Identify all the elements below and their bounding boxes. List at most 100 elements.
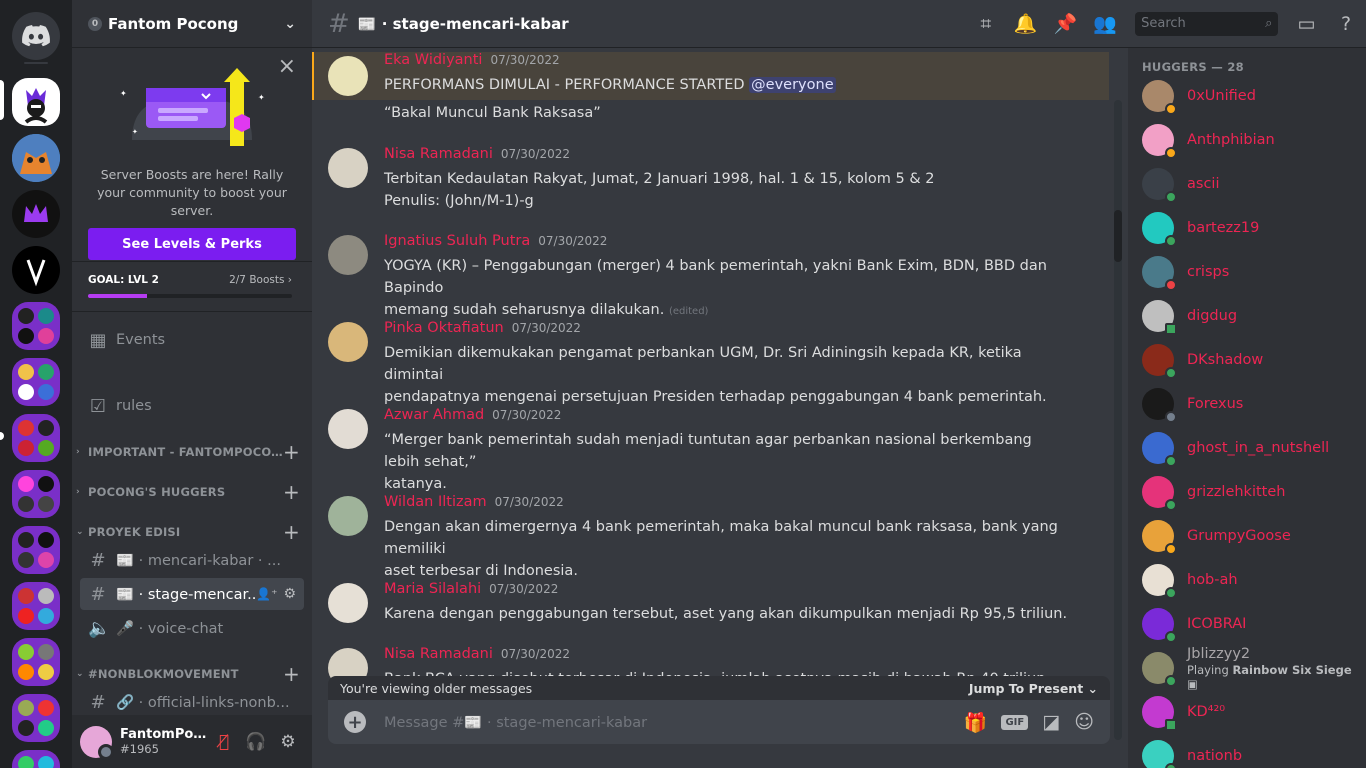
sticker-icon[interactable]: ◪ xyxy=(1042,711,1060,733)
member-item[interactable]: ascii xyxy=(1136,162,1358,206)
channel-voice-chat[interactable]: 🔈 🎤 · voice-chat xyxy=(80,612,304,644)
avatar[interactable] xyxy=(328,148,368,188)
member-item[interactable]: ghost_in_a_nutshell xyxy=(1136,426,1358,470)
member-item[interactable]: DKshadow xyxy=(1136,338,1358,382)
category-proyek-edisi[interactable]: ⌄ PROYEK EDISI + xyxy=(76,520,300,544)
message-author[interactable]: Nisa Ramadani xyxy=(384,146,493,162)
scrollbar-thumb[interactable] xyxy=(1114,210,1122,262)
add-attachment-icon[interactable]: + xyxy=(344,711,366,733)
message[interactable]: Maria Silalahi 07/30/2022 Karena dengan p… xyxy=(312,581,1109,625)
close-icon[interactable]: × xyxy=(278,56,296,78)
category-important[interactable]: › IMPORTANT - FANTOMPOCO... + xyxy=(76,440,300,464)
mute-microphone-icon[interactable]: 🎙̸ xyxy=(208,726,240,758)
folder-server-icon xyxy=(38,552,54,568)
chevron-down-icon: ⌄ xyxy=(284,15,296,32)
server-folder-8[interactable] xyxy=(12,694,60,742)
message-continuation[interactable]: “Bakal Muncul Bank Raksasa” xyxy=(312,102,1109,124)
notification-bell-icon[interactable]: 🔔 xyxy=(1006,12,1046,35)
message-author[interactable]: Azwar Ahmad xyxy=(384,407,484,423)
message-author[interactable]: Nisa Ramadani xyxy=(384,646,493,662)
channel-mencari-kabar[interactable]: # 📰 · mencari-kabar · ... xyxy=(80,544,304,576)
message-input[interactable]: Message #📰 · stage-mencari-kabar xyxy=(384,714,950,731)
add-channel-icon[interactable]: + xyxy=(283,480,300,504)
member-item[interactable]: Jblizzyy2 Playing Rainbow Six Siege ▣ xyxy=(1136,646,1358,691)
avatar[interactable] xyxy=(328,496,368,536)
everyone-mention[interactable]: @everyone xyxy=(749,77,836,93)
avatar[interactable] xyxy=(328,235,368,275)
add-channel-icon[interactable]: + xyxy=(283,520,300,544)
channel-official-links[interactable]: # 🔗 · official-links-nonb... xyxy=(80,686,304,718)
member-item[interactable]: digdug xyxy=(1136,294,1358,338)
member-item[interactable]: hob-ah xyxy=(1136,558,1358,602)
add-channel-icon[interactable]: + xyxy=(283,440,300,464)
member-item[interactable]: grizzlehkitteh xyxy=(1136,470,1358,514)
message[interactable]: Ignatius Suluh Putra 07/30/2022 YOGYA (KR… xyxy=(312,233,1109,323)
channel-stage-mencari-kabar[interactable]: # 📰 · stage-mencar... 👤⁺ ⚙ xyxy=(80,578,304,610)
member-item[interactable]: crisps xyxy=(1136,250,1358,294)
user-settings-gear-icon[interactable]: ⚙ xyxy=(272,726,304,758)
server-icon-2[interactable] xyxy=(12,134,60,182)
pin-icon[interactable]: 📌 xyxy=(1046,12,1086,35)
server-header[interactable]: 0 Fantom Pocong ⌄ xyxy=(72,0,312,48)
message[interactable]: Pinka Oktafiatun 07/30/2022 Demikian dike… xyxy=(312,320,1109,408)
server-folder-4[interactable] xyxy=(12,470,60,518)
server-folder-5[interactable] xyxy=(12,526,60,574)
message[interactable]: Nisa Ramadani 07/30/2022 Terbitan Kedaula… xyxy=(312,146,1109,212)
member-list-icon[interactable]: 👥 xyxy=(1085,12,1125,35)
member-item[interactable]: bartezz19 xyxy=(1136,206,1358,250)
threads-icon[interactable]: ⌗ xyxy=(966,13,1006,35)
gear-icon[interactable]: ⚙ xyxy=(283,586,296,602)
avatar[interactable] xyxy=(328,583,368,623)
message-list: Eka Widiyanti 07/30/2022 PERFORMANS DIMUL… xyxy=(312,48,1128,768)
see-levels-perks-button[interactable]: See Levels & Perks xyxy=(88,228,296,260)
jump-to-present-button[interactable]: Jump To Present ⌄ xyxy=(969,681,1098,696)
server-folder-7[interactable] xyxy=(12,638,60,686)
discord-home-button[interactable] xyxy=(12,12,60,60)
server-folder-6[interactable] xyxy=(12,582,60,630)
server-folder-1[interactable] xyxy=(12,302,60,350)
server-folder-2[interactable] xyxy=(12,358,60,406)
headphones-icon[interactable]: 🎧 xyxy=(240,726,272,758)
avatar[interactable] xyxy=(328,409,368,449)
member-item[interactable]: GrumpyGoose xyxy=(1136,514,1358,558)
server-icon-4[interactable] xyxy=(12,246,60,294)
search-input[interactable]: Search ⌕ xyxy=(1135,11,1279,36)
server-folder-9[interactable] xyxy=(12,750,60,768)
message-author[interactable]: Wildan Iltizam xyxy=(384,494,487,510)
member-item[interactable]: 0xUnified xyxy=(1136,74,1358,118)
boost-goal[interactable]: GOAL: LVL 2 2/7 Boosts › xyxy=(72,262,312,312)
server-icon-fantom-pocong[interactable] xyxy=(12,78,60,126)
member-item[interactable]: nationb xyxy=(1136,734,1358,768)
emoji-icon[interactable]: ☺ xyxy=(1074,711,1094,733)
scrollbar-track[interactable] xyxy=(1114,100,1122,740)
gift-icon[interactable]: 🎁 xyxy=(964,711,988,734)
status-online-icon xyxy=(1165,367,1177,379)
member-name: crisps xyxy=(1187,264,1230,280)
message[interactable]: Eka Widiyanti 07/30/2022 PERFORMANS DIMUL… xyxy=(312,52,1109,100)
server-icon-3[interactable] xyxy=(12,190,60,238)
member-item[interactable]: ICOBRAI xyxy=(1136,602,1358,646)
member-item[interactable]: KD⁴²⁰ xyxy=(1136,690,1358,734)
avatar[interactable] xyxy=(328,322,368,362)
category-nonblokmovement[interactable]: ⌄ #NONBLOKMOVEMENT + xyxy=(76,662,300,686)
gif-icon[interactable]: GIF xyxy=(1001,714,1029,730)
member-item[interactable]: Anthphibian xyxy=(1136,118,1358,162)
channel-events[interactable]: ▦ Events xyxy=(80,324,304,356)
message[interactable]: Azwar Ahmad 07/30/2022 “Merger bank pemer… xyxy=(312,407,1109,495)
message-author[interactable]: Eka Widiyanti xyxy=(384,52,482,68)
member-item[interactable]: Forexus xyxy=(1136,382,1358,426)
message-author[interactable]: Ignatius Suluh Putra xyxy=(384,233,530,249)
channel-rules[interactable]: ☑ rules xyxy=(80,390,304,422)
message-composer[interactable]: + Message #📰 · stage-mencari-kabar 🎁 GIF… xyxy=(328,700,1110,744)
server-folder-3[interactable] xyxy=(12,414,60,462)
message-author[interactable]: Pinka Oktafiatun xyxy=(384,320,504,336)
add-channel-icon[interactable]: + xyxy=(283,662,300,686)
message-author[interactable]: Maria Silalahi xyxy=(384,581,481,597)
inbox-icon[interactable]: ▭ xyxy=(1286,13,1326,35)
avatar[interactable] xyxy=(328,56,368,96)
category-pocongs-huggers[interactable]: › POCONG'S HUGGERS + xyxy=(76,480,300,504)
help-icon[interactable]: ? xyxy=(1326,13,1366,35)
message[interactable]: Wildan Iltizam 07/30/2022 Dengan akan dim… xyxy=(312,494,1109,582)
invite-icon[interactable]: 👤⁺ xyxy=(256,587,277,601)
avatar[interactable] xyxy=(80,725,114,760)
